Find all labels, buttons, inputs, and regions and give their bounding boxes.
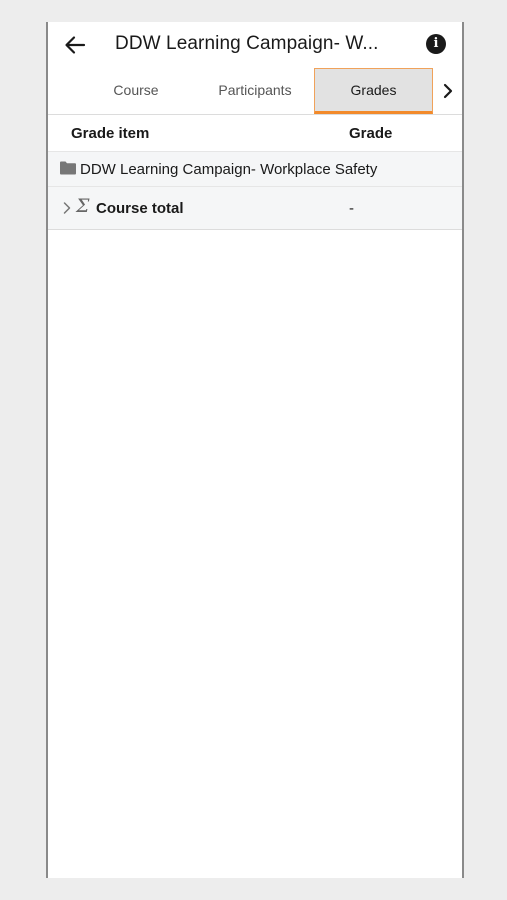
tab-grades[interactable]: Grades [314,68,433,114]
tab-course[interactable]: Course [88,68,184,112]
grade-header: Grade [349,125,393,142]
app-screen: DDW Learning Campaign- W... i Course Par… [46,22,464,878]
sigma-icon: Σ [76,195,90,217]
course-total-grade: - [349,200,354,217]
back-button[interactable] [62,33,90,57]
tabs-next-button[interactable] [438,80,458,102]
table-header: Grade item Grade [48,115,462,152]
course-total-label: Course total [96,200,184,217]
info-icon[interactable]: i [426,34,446,54]
app-header: DDW Learning Campaign- W... i [48,22,462,68]
category-row: DDW Learning Campaign- Workplace Safety [48,152,462,187]
arrow-left-icon [65,36,86,54]
tab-participants[interactable]: Participants [203,68,307,112]
chevron-right-icon[interactable] [62,201,72,215]
course-tabs: Course Participants Grades [48,68,462,115]
chevron-right-icon [443,83,453,99]
grades-table: Grade item Grade DDW Learning Campaign- … [48,115,462,230]
page-title: DDW Learning Campaign- W... [115,33,379,54]
folder-icon [60,161,76,175]
category-label: DDW Learning Campaign- Workplace Safety [80,161,378,178]
grade-item-header: Grade item [71,125,150,142]
course-total-row[interactable]: Σ Course total - [48,187,462,230]
